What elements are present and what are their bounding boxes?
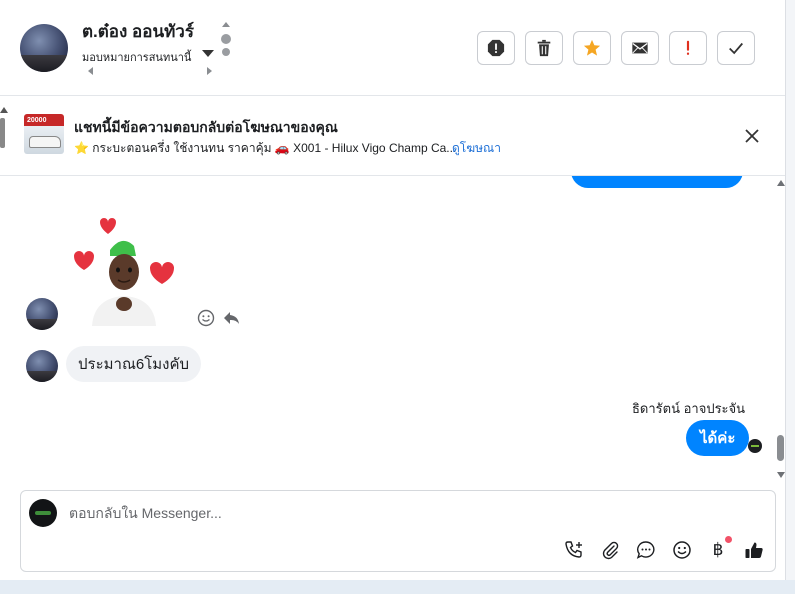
close-icon [745, 129, 759, 143]
message-scrollbar[interactable] [776, 176, 786, 481]
scroll-left-icon[interactable] [88, 67, 93, 75]
trash-icon [537, 39, 551, 57]
scroll-down-icon[interactable] [777, 472, 785, 478]
contact-avatar-small[interactable] [26, 350, 58, 382]
window-bottom-edge [0, 580, 795, 594]
mark-unread-button[interactable] [621, 31, 659, 65]
star-icon [583, 39, 601, 56]
mail-icon [632, 42, 648, 54]
contact-name[interactable]: ต.ต๋อง ออนทัวร์ [82, 18, 194, 45]
incoming-message-bubble[interactable]: ประมาณ6โมงคับ [66, 346, 202, 382]
contact-avatar-small[interactable] [26, 298, 58, 330]
thumbs-up-icon [745, 542, 763, 558]
conversation-panel: ต.ต๋อง ออนทัวร์ มอบหมายการสนทนานี้ 20000… [0, 0, 786, 580]
message-list[interactable]: ประมาณ6โมงคับ ธิดารัตน์ อาจประจัน ได้ค่ะ [0, 176, 775, 486]
outgoing-message-bubble-partial[interactable] [571, 176, 743, 188]
mark-done-button[interactable] [717, 31, 755, 65]
ad-banner-title: แชทนี้มีข้อความตอบกลับต่อโฆษณาของคุณ [74, 119, 338, 135]
saved-replies-button[interactable] [635, 539, 657, 561]
seen-indicator-avatar [748, 439, 762, 453]
star-button[interactable] [573, 31, 611, 65]
mark-spam-button[interactable] [477, 31, 515, 65]
emoji-button[interactable] [671, 539, 693, 561]
scroll-thumb[interactable] [777, 435, 784, 461]
message-composer: ฿ [20, 490, 776, 572]
reply-icon[interactable] [222, 309, 240, 327]
like-button[interactable] [743, 539, 765, 561]
outgoing-message-bubble[interactable]: ได้ค่ะ [686, 420, 750, 456]
ad-thumbnail[interactable]: 20000 [24, 114, 64, 154]
emoji-react-icon[interactable] [197, 309, 215, 327]
scroll-thumb[interactable] [221, 34, 231, 44]
ad-thumbnail-price: 20000 [27, 117, 47, 124]
outer-scroll-thumb[interactable] [0, 118, 5, 148]
delete-button[interactable] [525, 31, 563, 65]
chat-bubble-icon [636, 541, 655, 559]
header-scrollbar[interactable] [218, 20, 234, 76]
sticker-message[interactable] [72, 216, 182, 326]
scroll-right-icon[interactable] [207, 67, 212, 75]
attach-button[interactable] [599, 539, 621, 561]
view-ad-link[interactable]: ดูโฆษณา [452, 139, 501, 158]
close-banner-button[interactable] [740, 124, 764, 148]
assign-conversation-label[interactable]: มอบหมายการสนทนานี้ [82, 48, 191, 66]
emoji-icon [673, 541, 691, 559]
page-avatar [29, 499, 57, 527]
notification-dot [725, 536, 732, 543]
phone-add-icon [565, 541, 582, 558]
window-edge [786, 0, 795, 594]
contact-avatar[interactable] [20, 24, 68, 72]
call-button[interactable] [563, 539, 585, 561]
ad-reply-banner: 20000 แชทนี้มีข้อความตอบกลับต่อโฆษณาของค… [0, 96, 785, 176]
outer-scroll-up-icon[interactable] [0, 107, 8, 113]
conversation-header: ต.ต๋อง ออนทัวร์ มอบหมายการสนทนานี้ [0, 0, 785, 96]
check-icon [729, 42, 743, 55]
sender-name: ธิดารัตน์ อาจประจัน [632, 401, 746, 416]
caret-down-icon[interactable] [202, 50, 214, 57]
spam-alert-icon [487, 39, 505, 57]
follow-up-button[interactable] [669, 31, 707, 65]
baht-icon: ฿ [712, 540, 724, 559]
reply-input[interactable] [69, 505, 669, 521]
scroll-thumb-secondary[interactable] [222, 48, 230, 56]
ad-banner-subtitle: ⭐ กระบะตอนครึ่ง ใช้งานทน ราคาคุ้ม 🚗 X001… [74, 141, 457, 155]
scroll-up-icon[interactable] [777, 180, 785, 186]
car-image [29, 136, 61, 148]
scroll-up-icon[interactable] [222, 22, 230, 27]
follow-up-icon [686, 40, 690, 55]
paperclip-icon [602, 541, 619, 560]
